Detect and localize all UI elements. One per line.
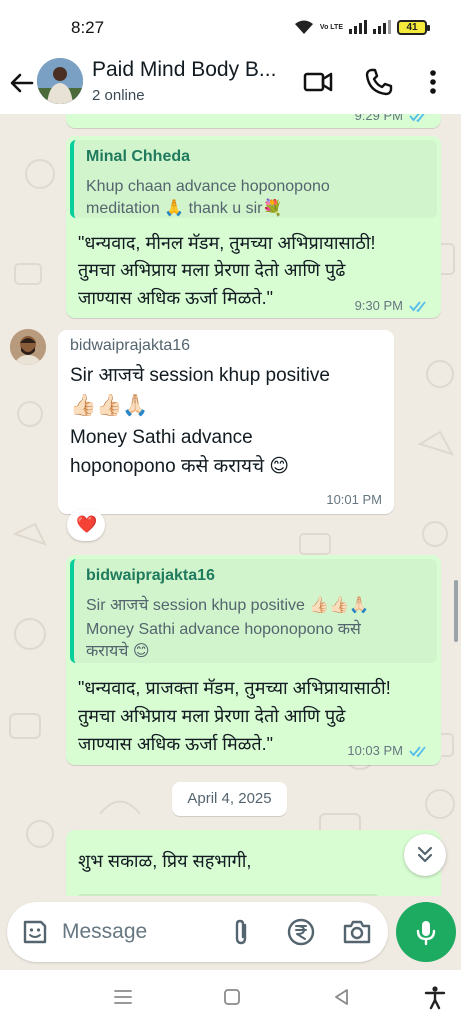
camera-icon[interactable] (341, 916, 373, 948)
heart-icon: ❤️ (76, 515, 98, 534)
message-text-line: Money Sathi advance (70, 427, 253, 448)
online-status: 2 online (92, 87, 145, 104)
read-ticks-icon (409, 114, 425, 122)
system-nav-bar (0, 970, 461, 1024)
heart-reaction[interactable]: ❤️ (67, 509, 105, 541)
video-call-icon[interactable] (302, 66, 334, 98)
status-bar: 8:27 Vo LTE 41 (0, 0, 461, 52)
rupee-payment-icon[interactable] (285, 916, 317, 948)
battery-icon: 41 (397, 19, 430, 35)
quote-author: bidwaiprajakta16 (86, 567, 215, 584)
read-ticks-icon (409, 746, 426, 757)
chat-area[interactable]: 9:29 PM Minal Chheda Khup chaan advance … (0, 114, 461, 970)
attach-icon[interactable] (225, 916, 257, 948)
status-time: 8:27 (71, 18, 105, 37)
message-bubble-reply2[interactable]: bidwaiprajakta16 Sir आजचे session khup p… (66, 555, 441, 765)
message-input[interactable] (62, 916, 172, 948)
volte-label: Vo LTE (319, 23, 343, 31)
quote-author: Minal Chheda (86, 148, 191, 165)
back-nav-icon[interactable] (328, 984, 354, 1010)
home-nav-icon[interactable] (219, 984, 245, 1010)
message-text-line: "धन्यवाद, मीनल मॅडम, तुमच्या अभिप्रायासा… (78, 233, 376, 253)
message-text-line: शुभ सकाळ, प्रिय सहभागी, (78, 851, 252, 871)
message-text-line: hoponopono कसे करायचे 😊 (70, 456, 290, 477)
sticker-icon[interactable] (19, 916, 51, 948)
quote-text-line: करायचे 😊 (86, 643, 150, 660)
message-text-line: तुमचा अभिप्राय मला प्रेरणा देतो आणि पुढे (78, 706, 346, 726)
voice-call-icon[interactable] (363, 66, 395, 98)
chat-header: Paid Mind Body B... 2 online (0, 52, 461, 114)
status-icons: Vo LTE 41 (294, 19, 430, 35)
mic-button[interactable] (396, 902, 456, 962)
quote-text-line: Money Sathi advance hoponopono कसे (86, 621, 361, 638)
read-ticks-icon (409, 301, 426, 312)
message-time: 10:03 PM (347, 743, 403, 758)
group-avatar[interactable] (37, 58, 83, 104)
message-time: 10:01 PM (326, 492, 382, 507)
message-text-line: Sir आजचे session khup positive (70, 365, 330, 386)
accessibility-icon[interactable] (422, 984, 448, 1010)
quoted-message[interactable]: Minal Chheda Khup chaan advance hoponopo… (70, 140, 437, 218)
chevron-double-down-icon (417, 846, 433, 863)
message-time: 9:29 PM (354, 114, 403, 123)
signal-icon (349, 20, 367, 34)
recents-nav-icon[interactable] (110, 984, 136, 1010)
sender-avatar[interactable] (10, 329, 46, 365)
message-text-line: तुमचा अभिप्राय मला प्रेरणा देतो आणि पुढे (78, 260, 346, 280)
message-bubble-reply1[interactable]: Minal Chheda Khup chaan advance hoponopo… (66, 136, 441, 318)
mic-icon (416, 921, 436, 946)
quote-text-line: Sir आजचे session khup positive 👍🏻👍🏻🙏🏻 (86, 597, 370, 614)
sender-name: bidwaiprajakta16 (70, 337, 191, 354)
message-text-line: "धन्यवाद, प्राजक्ता मॅडम, तुमच्या अभिप्र… (78, 678, 391, 698)
message-text-line: जाण्यास अधिक ऊर्जा मिळते." (78, 288, 274, 308)
compose-box[interactable] (7, 902, 388, 962)
chat-title[interactable]: Paid Mind Body B... (92, 58, 276, 82)
message-bubble-incoming[interactable]: bidwaiprajakta16 Sir आजचे session khup p… (58, 330, 394, 514)
message-emoji-line: 👍🏻👍🏻🙏🏻 (70, 394, 149, 417)
date-divider: April 4, 2025 (172, 782, 287, 816)
back-arrow-icon[interactable] (6, 68, 36, 98)
scroll-down-button[interactable] (404, 834, 446, 876)
message-bubble-partial[interactable]: 9:29 PM (66, 114, 441, 128)
quote-text-line: Khup chaan advance hoponopono (86, 178, 330, 195)
quote-text-line: meditation 🙏 thank u sir💐 (86, 200, 283, 217)
message-text-line: जाण्यास अधिक ऊर्जा मिळते." (78, 734, 274, 754)
more-options-icon[interactable] (417, 66, 449, 98)
scrollbar[interactable] (454, 580, 458, 642)
quoted-message[interactable]: bidwaiprajakta16 Sir आजचे session khup p… (70, 559, 437, 663)
message-time: 9:30 PM (354, 298, 403, 313)
wifi-icon (294, 20, 313, 34)
signal-2-icon (373, 20, 391, 34)
